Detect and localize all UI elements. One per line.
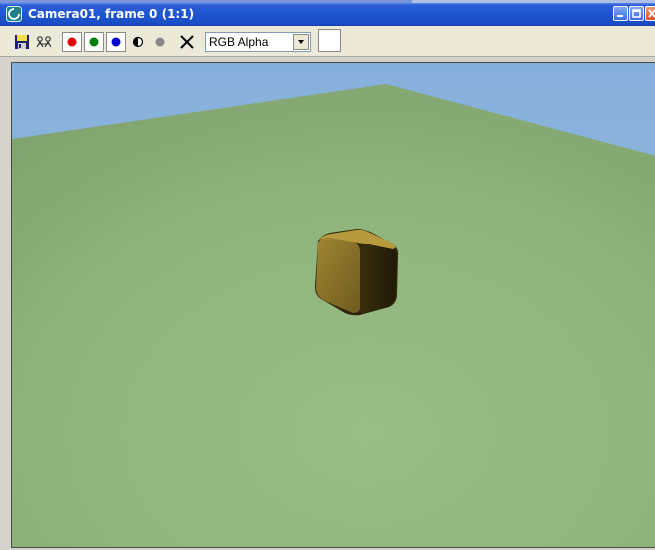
title-bar[interactable]: Camera01, frame 0 (1:1) <box>0 3 655 26</box>
red-channel-toggle[interactable] <box>62 32 82 52</box>
window-title: Camera01, frame 0 (1:1) <box>28 7 195 21</box>
red-dot-icon <box>67 37 77 47</box>
green-channel-toggle[interactable] <box>84 32 104 52</box>
clone-icon <box>36 36 52 48</box>
half-circle-icon <box>132 36 144 48</box>
blue-dot-icon <box>111 37 121 47</box>
close-button[interactable] <box>645 6 655 21</box>
close-icon <box>648 9 655 18</box>
save-image-button[interactable] <box>12 32 32 52</box>
clear-button[interactable] <box>177 32 197 52</box>
dropdown-arrow-button[interactable] <box>293 34 309 50</box>
rounded-cube <box>315 229 399 316</box>
chevron-down-icon <box>298 40 304 44</box>
toolbar: RGB Alpha <box>0 26 655 57</box>
minimize-icon <box>617 15 623 17</box>
monochrome-toggle[interactable] <box>128 32 148 52</box>
render-viewport[interactable] <box>11 62 655 548</box>
clone-window-button[interactable] <box>34 32 54 52</box>
alpha-display-toggle[interactable] <box>150 32 170 52</box>
app-icon[interactable] <box>6 6 22 22</box>
channel-select[interactable]: RGB Alpha <box>205 32 311 52</box>
blue-channel-toggle[interactable] <box>106 32 126 52</box>
gray-dot-icon <box>155 37 165 47</box>
ground-plane <box>12 84 655 547</box>
green-dot-icon <box>89 37 99 47</box>
maximize-icon <box>632 9 641 18</box>
maximize-button[interactable] <box>629 6 644 21</box>
rendered-scene <box>12 63 655 547</box>
floppy-disk-icon <box>15 35 29 49</box>
channel-select-value: RGB Alpha <box>209 35 269 49</box>
minimize-button[interactable] <box>613 6 628 21</box>
color-swatch[interactable] <box>318 29 341 52</box>
x-icon <box>180 35 194 49</box>
